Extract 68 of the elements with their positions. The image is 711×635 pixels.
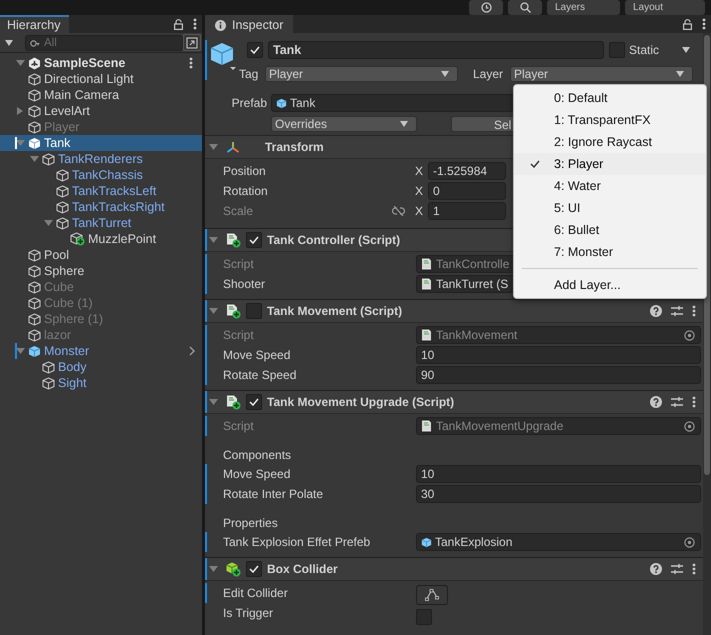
property-label: Is Trigger (223, 606, 274, 620)
menu-item[interactable]: 1: TransparentFX (514, 109, 706, 131)
component-title[interactable]: Tank Movement (Script) (267, 304, 402, 318)
hierarchy-item[interactable]: TankTurret (0, 215, 202, 231)
property-label: Move Speed (223, 467, 292, 481)
search-field[interactable]: All (25, 34, 183, 50)
scene-name[interactable]: SampleScene (44, 56, 126, 70)
property-label: Edit Collider (223, 586, 289, 600)
static-label: Static (629, 43, 660, 57)
number-field[interactable]: -1.525984 (428, 162, 506, 180)
object-field[interactable]: TankExplosion (416, 533, 701, 551)
hierarchy-item[interactable]: TankRenderers (0, 151, 202, 167)
layer-label: Layer (473, 67, 504, 81)
name-field[interactable]: Tank (268, 41, 604, 59)
property-label: Script (223, 257, 255, 271)
hierarchy-tab[interactable]: Hierarchy (0, 15, 68, 33)
number-field[interactable]: 1 (428, 202, 506, 220)
number-field[interactable]: 90 (416, 366, 701, 384)
menu-item[interactable]: 6: Bullet (514, 219, 706, 241)
hierarchy-item[interactable]: TankTracksLeft (0, 183, 202, 199)
menu-item[interactable]: 2: Ignore Raycast (514, 131, 706, 153)
overrides-dropdown[interactable]: Overrides (271, 116, 417, 132)
property-label: Scale (223, 204, 254, 218)
hierarchy-item[interactable]: Pool (0, 247, 202, 263)
axis-label: X (415, 164, 424, 178)
number-field[interactable]: 30 (416, 485, 701, 503)
menu-item[interactable]: 7: Monster (514, 241, 706, 263)
property-label: Rotate Inter Polate (223, 487, 324, 501)
hierarchy-item[interactable]: Monster (0, 343, 202, 359)
tag-dropdown[interactable]: Player (265, 66, 458, 82)
property-label: Tank Explosion Effet Prefeb (223, 535, 372, 549)
prefab-label: Prefab (230, 96, 267, 110)
hierarchy-item[interactable]: MuzzlePoint (0, 231, 202, 247)
hierarchy-item[interactable]: TankChassis (0, 167, 202, 183)
hierarchy-item[interactable]: Body (0, 359, 202, 375)
menu-item[interactable]: Add Layer... (514, 274, 706, 296)
layout-dropdown[interactable]: Layout (625, 0, 705, 15)
tag-label: Tag (239, 67, 260, 81)
hierarchy-item[interactable]: Main Camera (0, 87, 202, 103)
hierarchy-item[interactable]: LevelArt (0, 103, 202, 119)
hierarchy-item[interactable]: Tank (0, 135, 202, 151)
inspector-tab[interactable]: Inspector (205, 15, 294, 33)
property-label: Script (223, 419, 255, 433)
section-heading: Properties (223, 516, 279, 530)
menu-item[interactable]: 3: Player (514, 153, 706, 175)
property-label: Position (223, 164, 267, 178)
property-label: Move Speed (223, 348, 292, 362)
component-title[interactable]: Tank Controller (Script) (267, 233, 400, 247)
menu-item[interactable]: 4: Water (514, 175, 706, 197)
section-heading: Components (223, 448, 292, 462)
property-label: Script (223, 328, 255, 342)
property-label: Rotation (223, 184, 269, 198)
hierarchy-item[interactable]: Sphere (0, 263, 202, 279)
hierarchy-item[interactable]: Sight (0, 375, 202, 391)
axis-label: X (415, 204, 424, 218)
axis-label: X (415, 184, 424, 198)
component-title[interactable]: Box Collider (267, 562, 338, 576)
number-field[interactable]: 10 (416, 346, 701, 364)
property-label: Rotate Speed (223, 368, 298, 382)
property-label: Shooter (223, 277, 266, 291)
menu-item[interactable]: 5: UI (514, 197, 706, 219)
number-field[interactable]: 10 (416, 465, 701, 483)
layer-dropdown[interactable]: Player (510, 66, 693, 82)
hierarchy-item[interactable]: TankTracksRight (0, 199, 202, 215)
component-title[interactable]: Transform (265, 140, 324, 154)
hierarchy-item[interactable]: Directional Light (0, 71, 202, 87)
number-field[interactable]: 0 (428, 182, 506, 200)
layers-dropdown[interactable]: Layers (547, 0, 620, 15)
